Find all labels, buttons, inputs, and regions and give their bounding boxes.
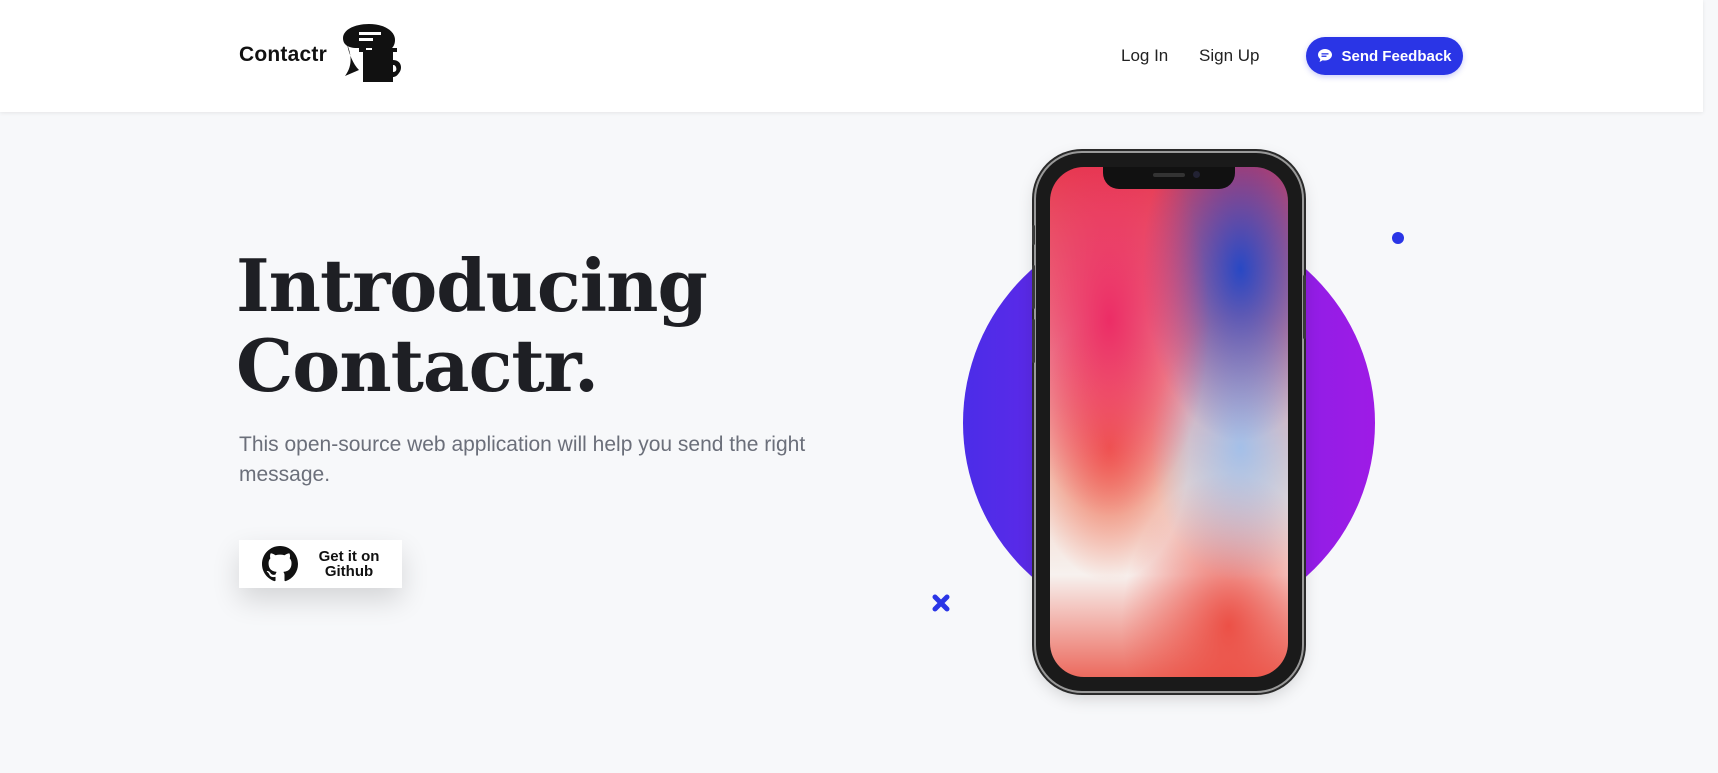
phone-screen bbox=[1050, 167, 1288, 677]
signup-link[interactable]: Sign Up bbox=[1199, 46, 1259, 66]
phone-notch bbox=[1103, 167, 1235, 189]
phone-camera bbox=[1193, 171, 1200, 178]
phone-side-button bbox=[1032, 265, 1035, 309]
github-icon bbox=[262, 546, 298, 582]
phone-speaker bbox=[1153, 173, 1185, 177]
phone-side-button bbox=[1032, 319, 1035, 363]
navbar: Contactr Log In Sign Up Send Feedback bbox=[0, 0, 1703, 112]
phone-side-button bbox=[1032, 225, 1035, 245]
cross-icon bbox=[932, 594, 950, 612]
hero-title-line-1: Introducing bbox=[236, 243, 708, 328]
github-label-line-2: Github bbox=[324, 563, 374, 580]
phone-mockup bbox=[1032, 153, 1306, 691]
hero-title-line-2: Contactr. bbox=[236, 323, 599, 408]
hero-title: Introducing Contactr. bbox=[236, 243, 708, 408]
github-button[interactable]: Get it on Github bbox=[239, 540, 402, 588]
hero-subtitle: This open-source web application will he… bbox=[239, 433, 806, 486]
brand-name: Contactr bbox=[239, 43, 327, 66]
phone-side-button bbox=[1303, 275, 1306, 339]
chat-icon bbox=[1318, 49, 1333, 62]
decorative-dot bbox=[1392, 232, 1404, 244]
login-link[interactable]: Log In bbox=[1121, 46, 1168, 66]
github-label: Get it on Github bbox=[313, 549, 385, 579]
brand-link[interactable]: Contactr bbox=[239, 24, 405, 86]
send-feedback-label: Send Feedback bbox=[1341, 47, 1452, 65]
send-feedback-button[interactable]: Send Feedback bbox=[1306, 37, 1463, 75]
logo-icon bbox=[342, 24, 401, 82]
